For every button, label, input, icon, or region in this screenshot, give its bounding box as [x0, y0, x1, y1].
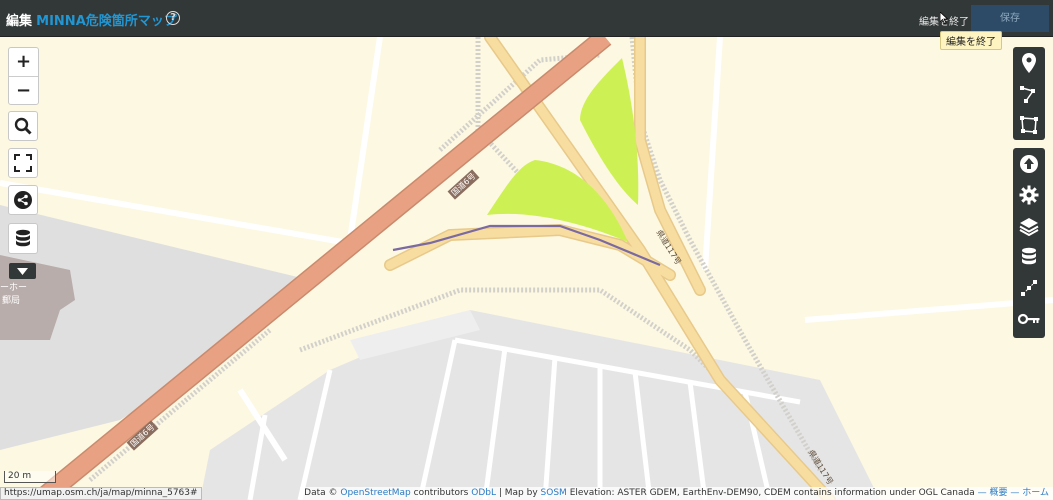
settings-toolbar: [1013, 148, 1045, 338]
zoom-control: + −: [8, 47, 39, 105]
top-bar: 編集 MINNA危険箇所マップ ? 編集を終了 保存: [0, 0, 1053, 37]
tilelayers-button[interactable]: [1013, 210, 1045, 241]
fullscreen-button[interactable]: [8, 148, 38, 178]
draw-toolbar: [1013, 47, 1045, 140]
permissions-button[interactable]: [1013, 303, 1045, 334]
draw-polygon-button[interactable]: [1013, 109, 1045, 140]
home-link[interactable]: ホーム: [1022, 488, 1049, 498]
map-name[interactable]: MINNA危険箇所マップ: [36, 14, 177, 29]
search-icon: [14, 117, 32, 135]
attribution: Data © OpenStreetMap contributors ODbL |…: [300, 487, 1053, 500]
odbl-link[interactable]: ODbL: [471, 488, 496, 498]
fullscreen-icon: [14, 154, 32, 172]
attrib-dash-2: —: [1010, 488, 1020, 498]
search-button[interactable]: [8, 111, 38, 141]
share-icon: [14, 191, 32, 209]
attrib-mapby: | Map by: [498, 488, 538, 498]
building-label: ーホー: [0, 283, 28, 293]
map-settings-button[interactable]: [1013, 179, 1045, 210]
share-button[interactable]: [8, 185, 38, 215]
import-button[interactable]: [1013, 148, 1045, 179]
center-icon: [1021, 279, 1037, 296]
mouse-cursor-icon: [940, 12, 948, 24]
attrib-elevation: Elevation: ASTER GDEM, EarthEnv-DEM90, C…: [569, 488, 975, 498]
polygon-icon: [1020, 115, 1038, 134]
database-icon: [16, 229, 30, 246]
scale-bar: 20 m: [4, 471, 56, 483]
center-zoom-button[interactable]: [1013, 272, 1045, 303]
about-link[interactable]: 概要: [990, 488, 1008, 498]
manage-datalayers-button[interactable]: [1013, 241, 1045, 272]
draw-polyline-button[interactable]: [1013, 78, 1045, 109]
attrib-dash-1: —: [977, 488, 987, 498]
marker-icon: [1022, 52, 1036, 73]
zoom-out-button[interactable]: −: [9, 77, 38, 106]
datalayers-button[interactable]: [8, 223, 38, 254]
attrib-contributors: contributors: [413, 488, 469, 498]
map-title[interactable]: 編集 MINNA危険箇所マップ: [6, 10, 177, 29]
zoom-in-button[interactable]: +: [9, 48, 38, 77]
datalayers-icon: [1022, 247, 1036, 264]
key-icon: [1018, 313, 1040, 324]
more-controls-button[interactable]: [9, 263, 36, 279]
sosm-link[interactable]: SOSM: [541, 488, 567, 498]
layers-icon: [1019, 217, 1039, 236]
settings-icon: [1019, 185, 1039, 204]
status-url: https://umap.osm.ch/ja/map/minna_5763#: [0, 487, 202, 500]
building-label-2: 郵局: [2, 296, 21, 306]
end-edit-tooltip: 編集を終了: [940, 31, 1002, 50]
edit-prefix: 編集: [6, 14, 33, 29]
polyline-icon: [1020, 85, 1035, 103]
attrib-prefix: Data ©: [304, 488, 338, 498]
upload-icon: [1020, 154, 1038, 173]
help-button[interactable]: ?: [166, 11, 180, 25]
caret-down-icon: [17, 268, 28, 275]
save-button[interactable]: 保存: [971, 5, 1049, 32]
osm-link[interactable]: OpenStreetMap: [340, 488, 410, 498]
draw-marker-button[interactable]: [1013, 47, 1045, 78]
map-canvas[interactable]: 国道6号 国道6号 県道117号 県道117号 ーホー 郵局: [0, 37, 1053, 500]
